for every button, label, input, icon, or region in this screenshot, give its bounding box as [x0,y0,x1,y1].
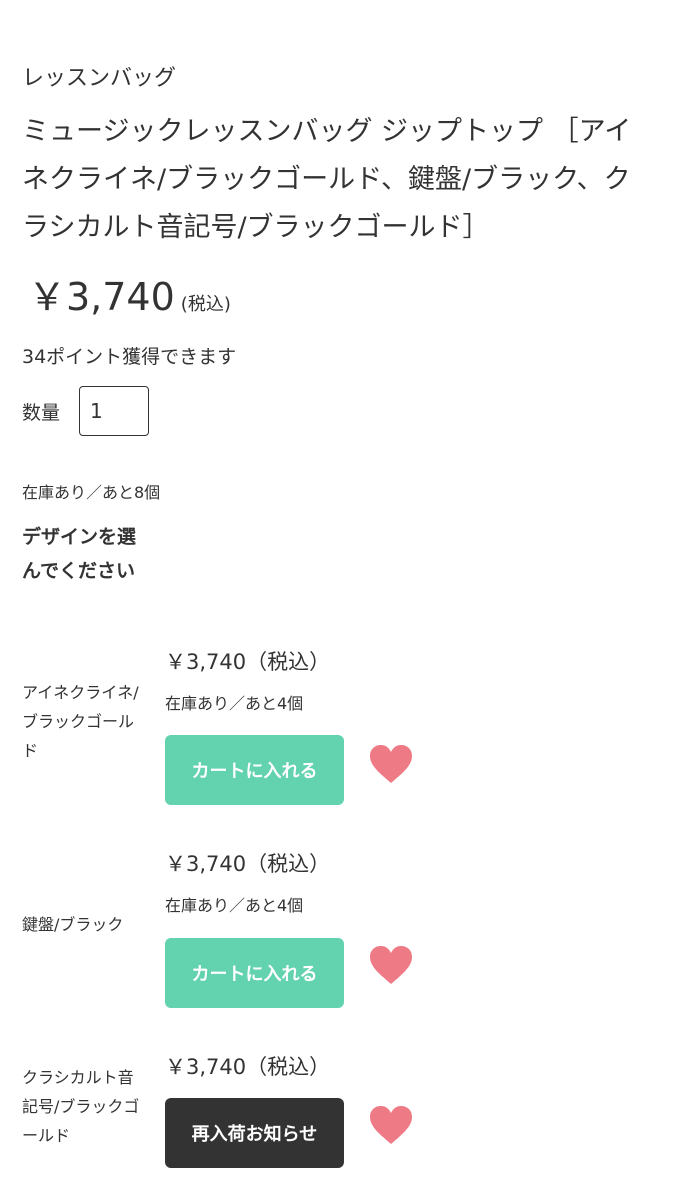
restock-notify-button[interactable]: 再入荷お知らせ [165,1098,344,1168]
variant-stock: 在庫あり／あと4個 [165,694,304,713]
design-heading: デザインを選んでください [22,526,137,582]
variant-price: ￥3,740（税込） [165,650,331,674]
variant-name: クラシカルト音記号/ブラックゴールド [22,1068,140,1145]
stock-status: 在庫あり／あと8個 [22,483,161,502]
product-title: ミュージックレッスンバッグ ジップトップ ［アイネクライネ/ブラックゴールド、鍵… [22,116,632,243]
price-value: ￥3,740 [28,275,175,319]
heart-icon[interactable] [368,743,414,785]
variant-name: アイネクライネ/ブラックゴールド [22,683,139,760]
quantity-label: 数量 [22,402,61,424]
variant-name: 鍵盤/ブラック [22,915,124,934]
heart-icon[interactable] [368,1104,414,1146]
add-to-cart-button[interactable]: カートに入れる [165,938,344,1008]
tax-label: (税込) [180,294,231,315]
variant-stock: 在庫あり／あと4個 [165,896,304,915]
category-label: レッスンバッグ [22,66,177,91]
variant-price: ￥3,740（税込） [165,1055,331,1079]
variant-price: ￥3,740（税込） [165,852,331,876]
quantity-input[interactable] [79,386,149,436]
points-info: 34ポイント獲得できます [22,346,237,368]
heart-icon[interactable] [368,944,414,986]
product-price: ￥3,740 (税込) [28,266,231,321]
add-to-cart-button[interactable]: カートに入れる [165,735,344,805]
